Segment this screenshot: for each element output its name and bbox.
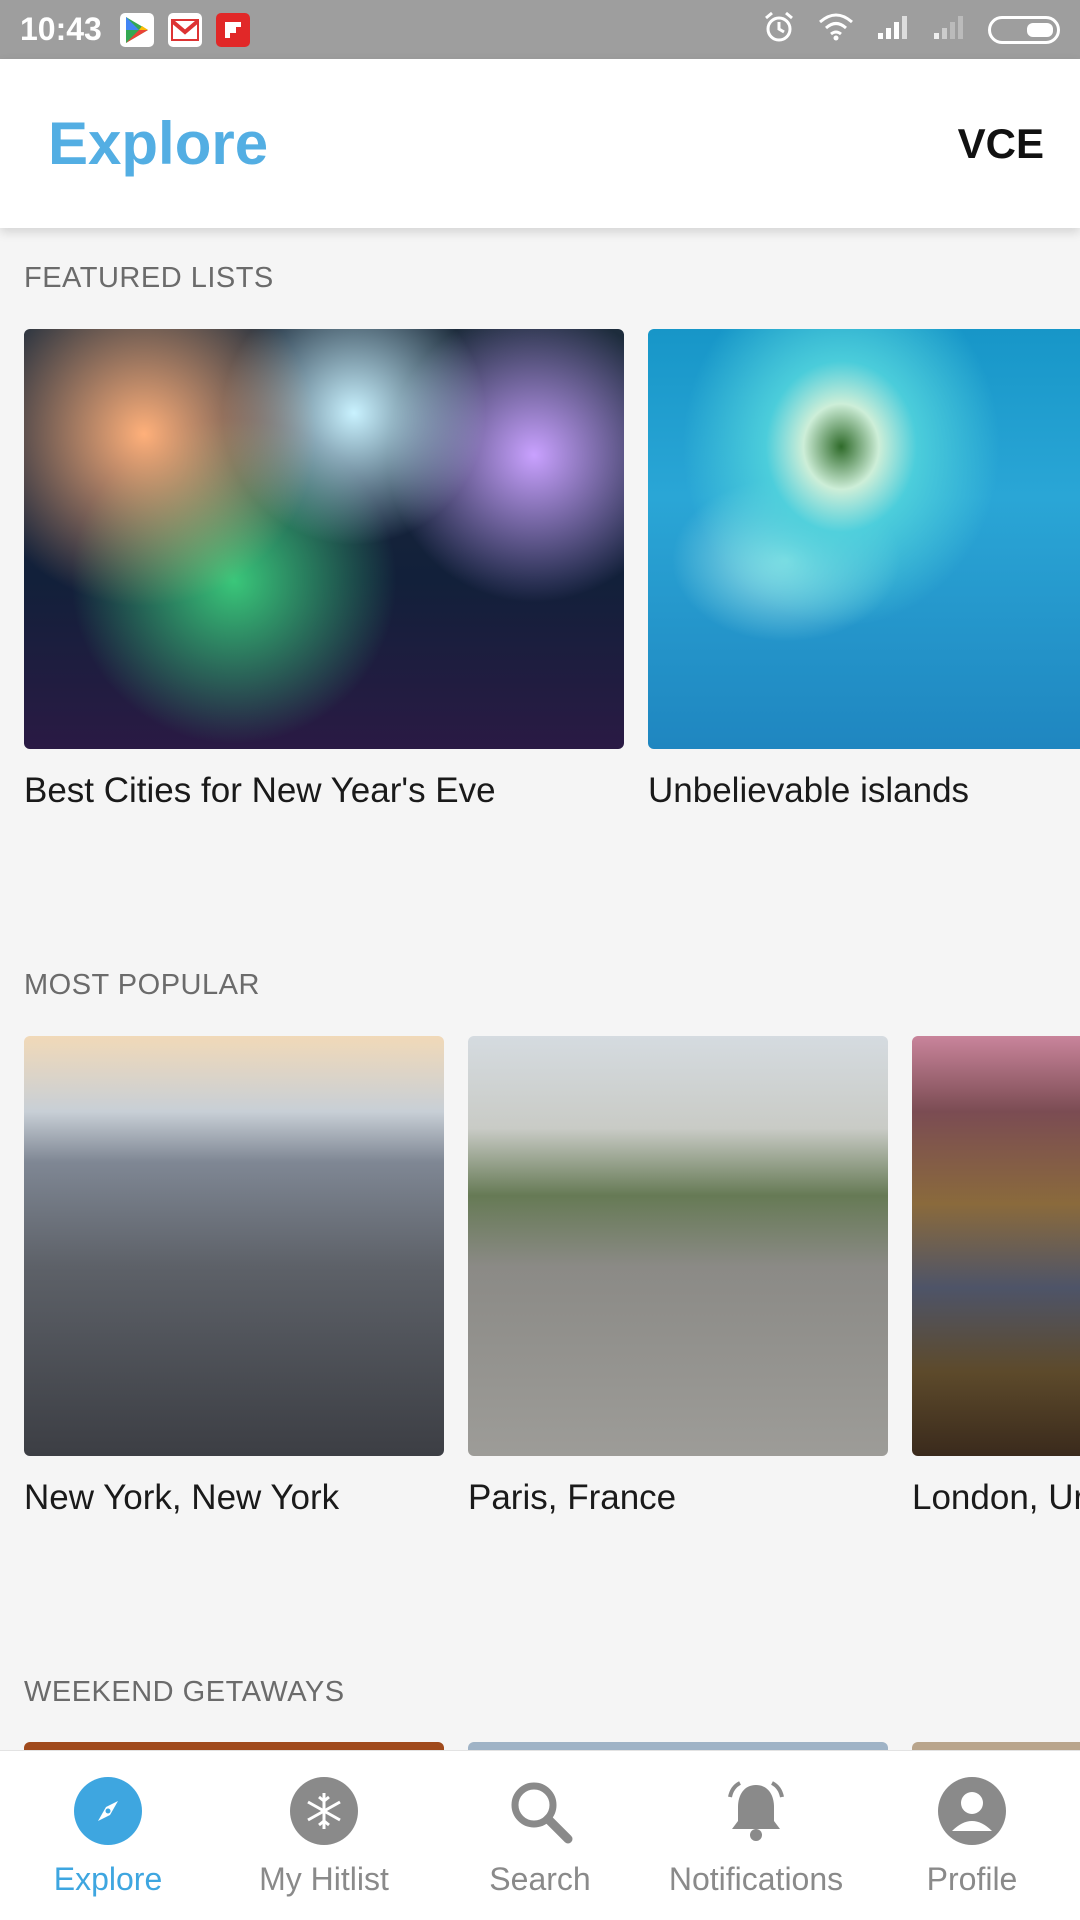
section-title-featured: FEATURED LISTS (24, 262, 274, 294)
nav-profile[interactable]: Profile (864, 1751, 1080, 1920)
card-title: New York, New York (24, 1478, 340, 1517)
featured-card-new-years[interactable]: Best Cities for New Year's Eve (24, 329, 624, 811)
wifi-icon (818, 12, 854, 47)
battery-icon (988, 15, 1060, 44)
signal-icon (932, 13, 966, 46)
compass-icon (74, 1777, 142, 1845)
section-title-weekend: WEEKEND GETAWAYS (24, 1676, 345, 1708)
weekend-card[interactable] (912, 1742, 1080, 1750)
play-store-icon (119, 12, 154, 47)
signal-icon (876, 13, 910, 46)
nav-explore[interactable]: Explore (0, 1751, 216, 1920)
popular-card-new-york[interactable]: New York, New York (24, 1036, 444, 1518)
status-time: 10:43 (20, 11, 102, 47)
nav-label: Explore (53, 1861, 163, 1897)
card-title: Best Cities for New Year's Eve (24, 771, 496, 810)
search-icon (506, 1777, 574, 1845)
section-title-popular: MOST POPULAR (24, 969, 260, 1001)
card-title: Unbelievable islands (648, 771, 970, 810)
weekend-card[interactable] (24, 1742, 444, 1750)
nav-label: Notifications (668, 1861, 844, 1897)
popular-card-london[interactable]: London, Ur (912, 1036, 1080, 1518)
london-image (912, 1036, 1080, 1456)
card-title: London, Ur (912, 1478, 1080, 1517)
gmail-icon (167, 12, 202, 47)
island-image (648, 329, 1080, 749)
popular-card-paris[interactable]: Paris, France (468, 1036, 888, 1518)
status-icons (762, 10, 1060, 49)
location-code-button[interactable]: VCE (958, 120, 1044, 168)
nav-label: Search (489, 1861, 591, 1897)
bottom-navigation: Explore My Hitlist Search Notifications … (0, 1750, 1080, 1920)
fireworks-image (24, 329, 624, 749)
nav-label: Profile (926, 1861, 1018, 1897)
alarm-icon (762, 10, 796, 49)
snowflake-icon (290, 1777, 358, 1845)
nav-notifications[interactable]: Notifications (648, 1751, 864, 1920)
weekend-card[interactable] (468, 1742, 888, 1750)
paris-image (468, 1036, 888, 1456)
status-bar: 10:43 (0, 0, 1080, 59)
flipboard-icon (215, 12, 250, 47)
page-title: Explore (48, 110, 269, 177)
new-york-image (24, 1036, 444, 1456)
nav-label: My Hitlist (259, 1861, 389, 1897)
nav-search[interactable]: Search (432, 1751, 648, 1920)
app-header: Explore VCE (0, 59, 1080, 228)
featured-card-islands[interactable]: Unbelievable islands (648, 329, 1080, 811)
card-title: Paris, France (468, 1478, 677, 1517)
bell-icon (722, 1777, 790, 1845)
nav-my-hitlist[interactable]: My Hitlist (216, 1751, 432, 1920)
profile-icon (938, 1777, 1006, 1845)
